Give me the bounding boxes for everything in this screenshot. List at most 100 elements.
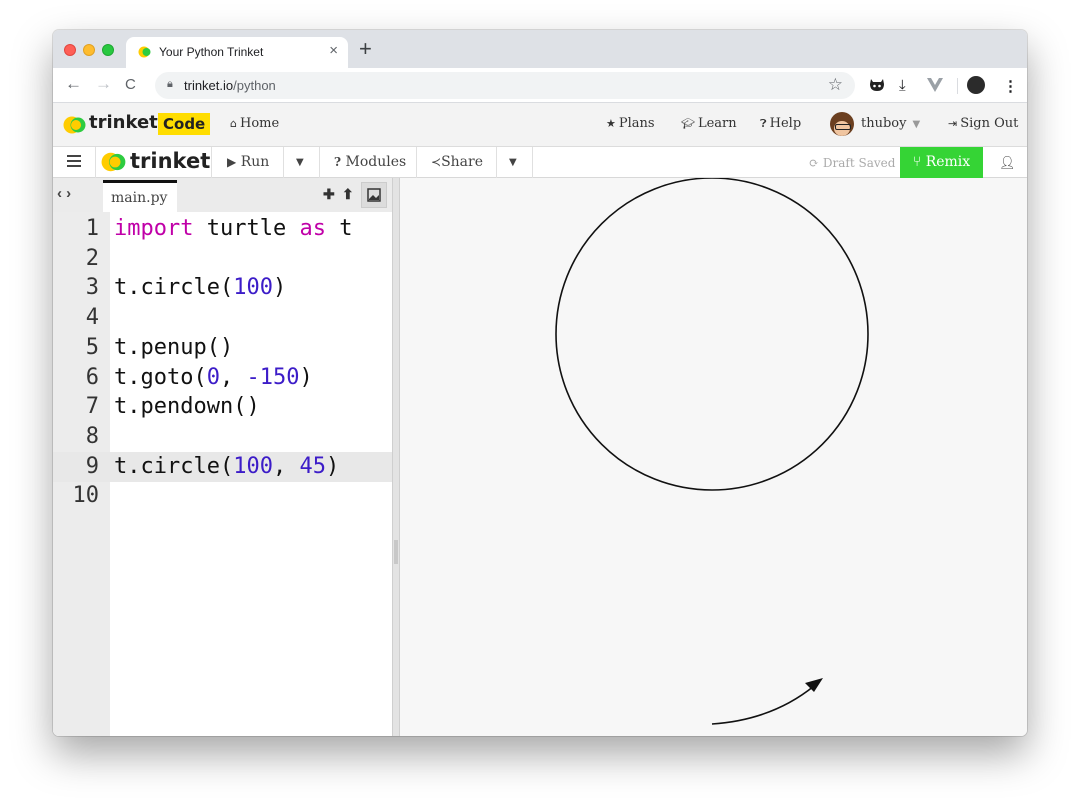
code-line[interactable]: 3 t.circle(100): [53, 273, 393, 303]
turtle-output-canvas: [400, 177, 1027, 736]
share-button[interactable]: ≺Share: [417, 147, 497, 178]
menu-button[interactable]: [53, 147, 96, 178]
plans-link[interactable]: ★ Plans: [606, 116, 655, 131]
file-tab-main[interactable]: main.py: [103, 180, 177, 212]
code-line[interactable]: 7 t.pendown(): [53, 392, 393, 422]
home-icon: ⌂: [230, 117, 237, 130]
line-code: import turtle as t: [114, 214, 352, 244]
image-icon: [367, 188, 381, 202]
code-line[interactable]: 9 t.circle(100, 45): [53, 451, 393, 482]
code-token: ): [299, 364, 313, 390]
run-options-dropdown[interactable]: ▼: [284, 147, 320, 178]
site-logo-text[interactable]: trinket: [89, 112, 158, 133]
line-code: t.circle(100, 45): [114, 452, 339, 482]
editor-toolbar: trinket ▶ Run ▼ ? Modules ≺Share ▼ ⟳ Dra…: [53, 147, 1027, 178]
line-number: 1: [85, 216, 99, 241]
hamburger-icon: [67, 155, 81, 169]
extension-octocat-icon[interactable]: [868, 77, 886, 93]
forward-button[interactable]: →: [95, 74, 112, 94]
extension-vue-icon[interactable]: [927, 78, 943, 92]
add-file-icon[interactable]: ✚: [323, 186, 335, 203]
share-options-dropdown[interactable]: ▼: [497, 147, 533, 178]
reload-button[interactable]: C: [125, 76, 136, 93]
star-icon: ★: [606, 117, 616, 130]
share-icon: ≺: [431, 155, 442, 169]
code-line[interactable]: 5 t.penup(): [53, 333, 393, 363]
line-code: t.pendown(): [114, 392, 260, 422]
splitter-grip[interactable]: [394, 540, 398, 564]
modules-button[interactable]: ? Modules: [320, 147, 417, 178]
code-line[interactable]: 1 import turtle as t: [53, 214, 393, 244]
code-token: -150: [246, 364, 300, 390]
image-library-button[interactable]: [361, 182, 387, 208]
code-token: ): [272, 275, 287, 301]
code-token: ,: [219, 364, 247, 390]
line-number: 3: [85, 275, 99, 301]
address-bar[interactable]: 🔒︎ trinket.io/python ☆: [155, 72, 855, 99]
code-token: as: [299, 216, 326, 241]
lock-icon: 🔒︎: [167, 78, 173, 90]
trinket-logo-icon[interactable]: [63, 116, 87, 134]
fork-icon: ⑂: [912, 154, 922, 170]
user-menu[interactable]: thuboy ▼: [861, 116, 920, 131]
turtle-drawing: [555, 177, 869, 725]
code-token: t.goto(: [114, 364, 207, 390]
play-icon: ▶: [227, 155, 237, 169]
tab-close-icon[interactable]: ×: [329, 42, 338, 59]
panel-splitter[interactable]: [392, 178, 400, 736]
code-line[interactable]: 6 t.goto(0, -150): [53, 363, 393, 393]
code-token: 0: [206, 364, 220, 390]
line-number: 2: [85, 245, 99, 271]
code-line[interactable]: 2: [53, 244, 393, 274]
download-icon[interactable]: ⤓: [899, 77, 906, 94]
line-number: 6: [85, 364, 99, 390]
code-token: turtle: [193, 216, 300, 241]
code-token: 45: [299, 453, 326, 479]
code-token: import: [114, 216, 194, 241]
question-icon: ?: [334, 155, 342, 169]
chevron-down-icon: ▼: [912, 119, 921, 130]
code-line[interactable]: 10: [53, 481, 393, 511]
graduation-cap-icon: 🎓︎: [681, 117, 695, 130]
browser-profile-avatar[interactable]: [967, 76, 985, 94]
code-token: t.circle(: [114, 453, 234, 479]
trinket-logo-icon: [101, 152, 126, 172]
code-line[interactable]: 8: [53, 422, 393, 452]
learn-link[interactable]: 🎓︎ Learn: [681, 116, 737, 131]
new-tab-button[interactable]: +: [359, 38, 372, 60]
site-header: trinket Code ⌂ Home ★ Plans 🎓︎ Learn ❓︎ Help…: [53, 103, 1027, 147]
user-avatar[interactable]: [830, 112, 854, 136]
line-code: t.goto(0, -150): [114, 363, 313, 393]
run-button[interactable]: ▶ Run: [212, 147, 284, 178]
remix-button[interactable]: ⑂ Remix: [900, 147, 983, 178]
browser-window: Your Python Trinket × + ← → C 🔒︎ trinket…: [53, 30, 1027, 736]
line-number: 10: [72, 483, 100, 509]
browser-menu-icon[interactable]: ⋮: [1003, 77, 1018, 95]
minimize-window-button[interactable]: [83, 44, 95, 56]
code-toggle-icon[interactable]: ‹ ›: [57, 185, 71, 202]
trinket-home-logo[interactable]: trinket: [96, 147, 212, 178]
draft-status: ⟳ Draft Saved: [809, 156, 896, 170]
bookmark-star-icon[interactable]: ☆: [828, 75, 843, 95]
code-line[interactable]: 4: [53, 303, 393, 333]
back-button[interactable]: ←: [65, 74, 82, 94]
code-token: t: [325, 216, 353, 241]
line-number: 5: [85, 334, 99, 360]
maximize-window-button[interactable]: [102, 44, 114, 56]
user-icon[interactable]: 👤︎: [999, 155, 1016, 171]
trinket-favicon-icon: [138, 46, 151, 58]
upload-icon[interactable]: ⬆: [342, 186, 354, 203]
file-tab-label: main.py: [111, 190, 168, 206]
code-token: 100: [233, 275, 273, 301]
code-editor-panel: ‹ › main.py ✚ ⬆ 1 import turtle as t 2 3 t.c…: [53, 178, 393, 736]
line-number: 4: [85, 305, 99, 331]
browser-tab[interactable]: Your Python Trinket ×: [126, 37, 348, 68]
code-token: t.pendown(): [114, 394, 260, 420]
help-link[interactable]: ❓︎ Help: [760, 116, 801, 131]
sign-out-icon: ⇥: [948, 117, 958, 130]
sign-out-link[interactable]: ⇥ Sign Out: [948, 116, 1018, 131]
caret-down-icon: ▼: [296, 157, 304, 168]
code-token: t.circle(: [114, 275, 234, 301]
close-window-button[interactable]: [64, 44, 76, 56]
home-link[interactable]: ⌂ Home: [230, 116, 279, 131]
